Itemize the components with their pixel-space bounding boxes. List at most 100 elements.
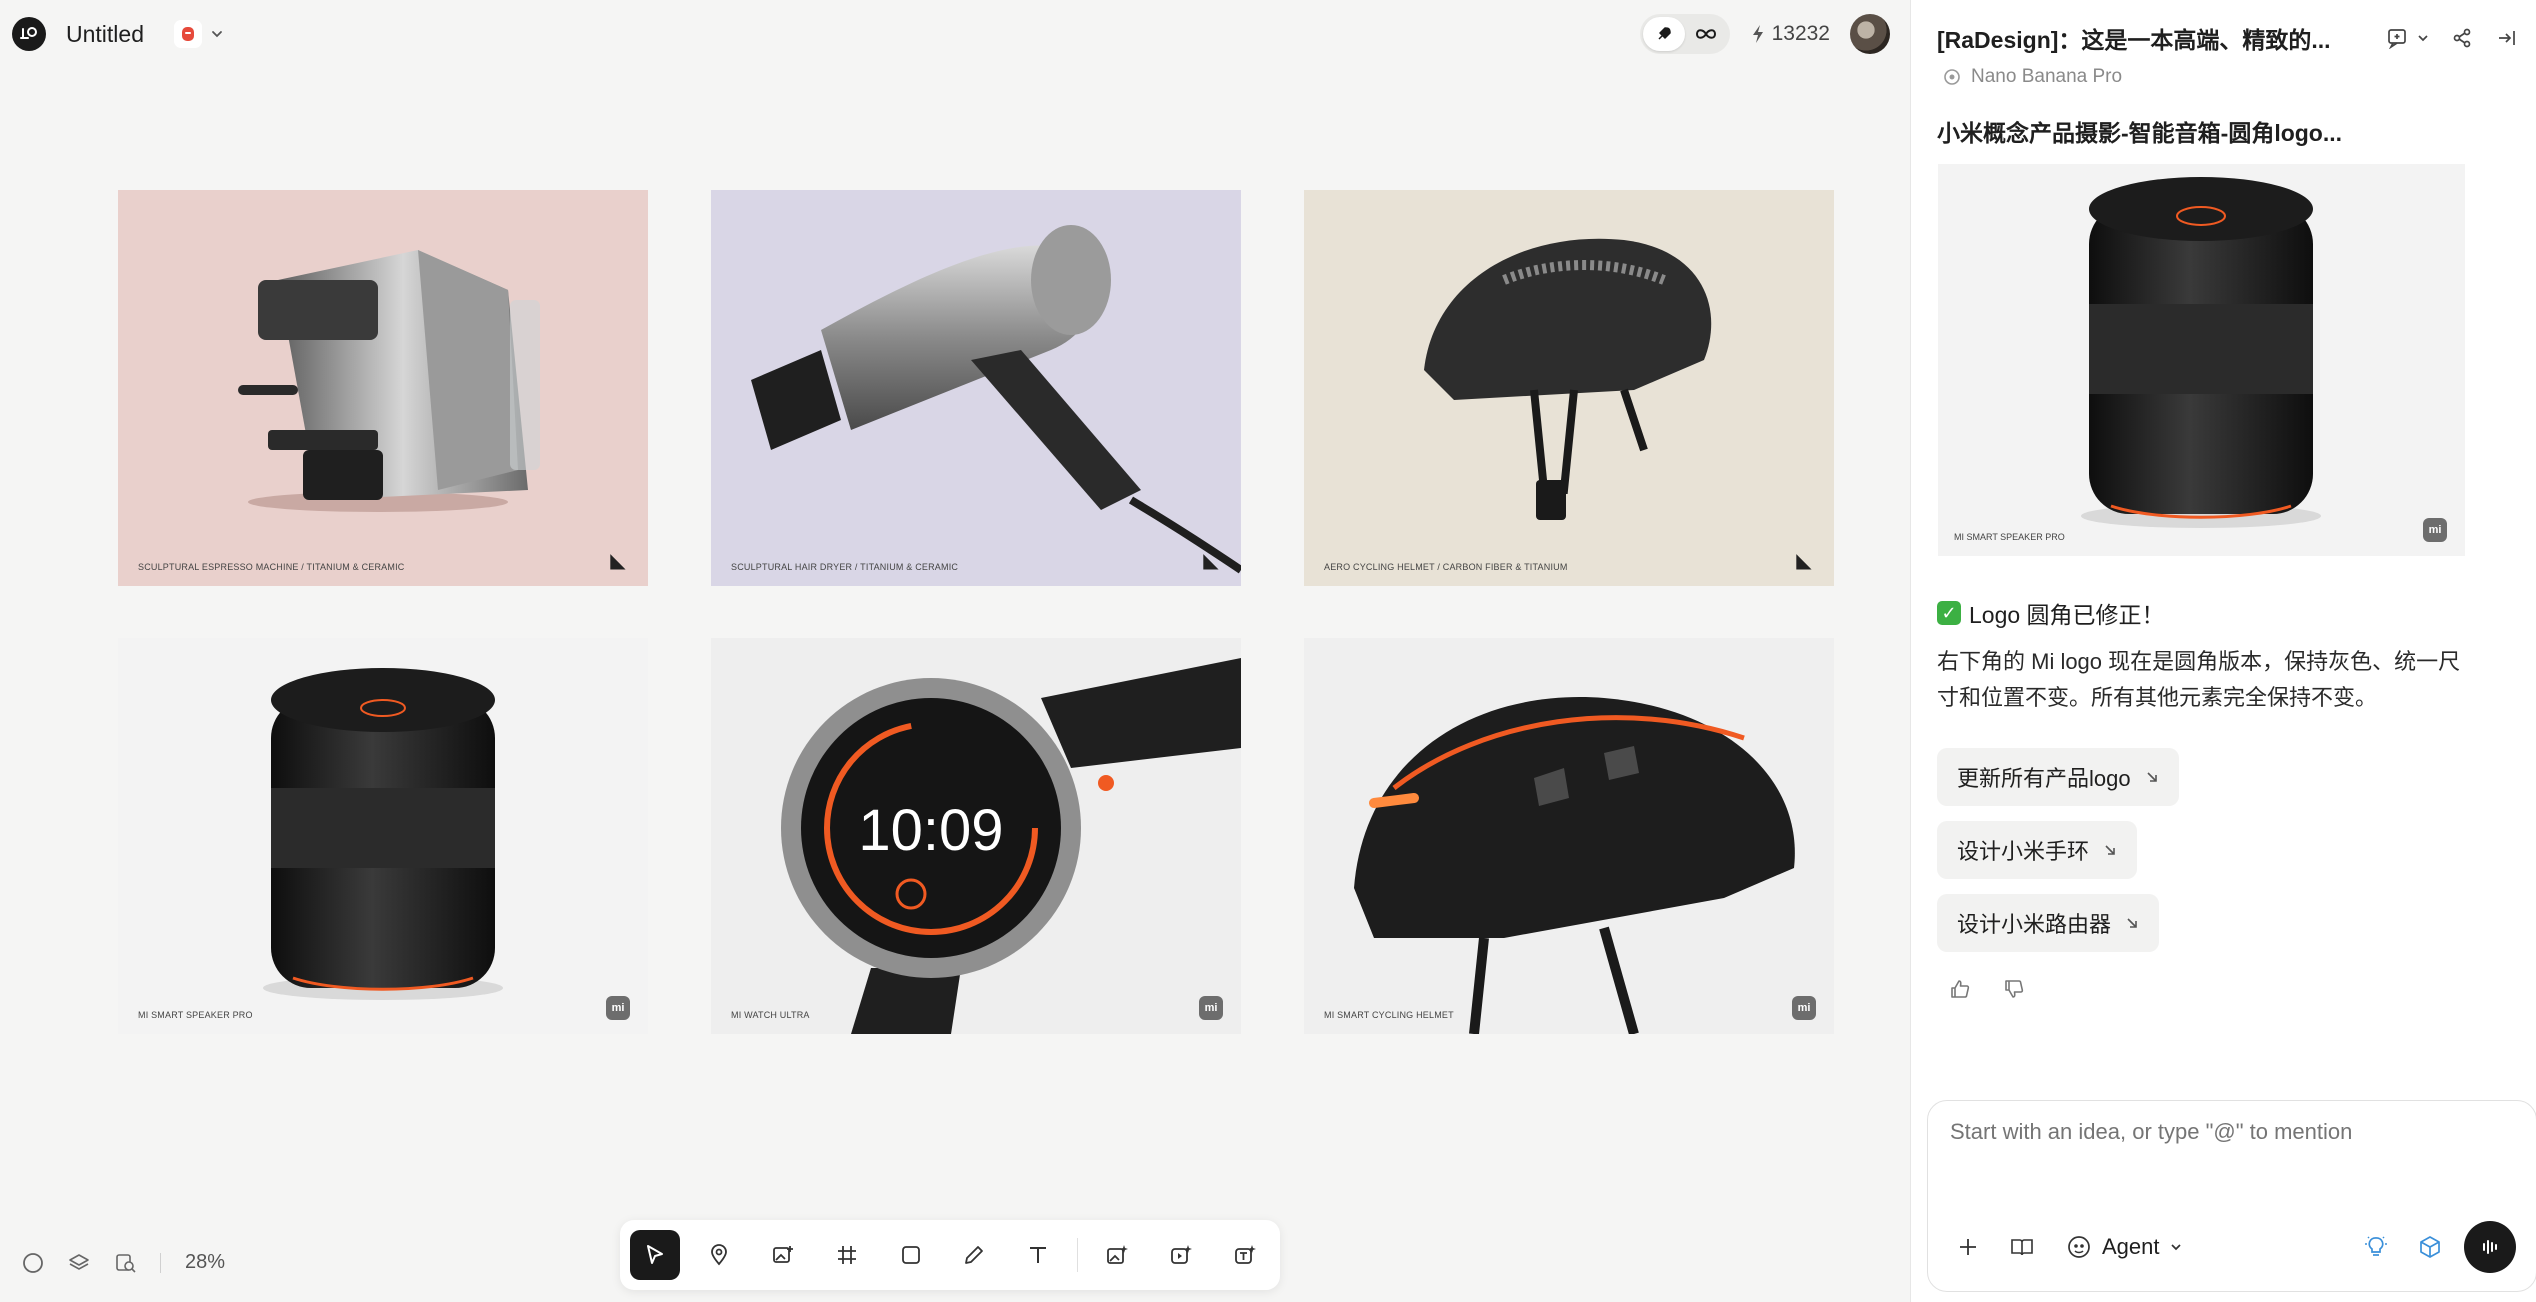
divider: [160, 1252, 161, 1273]
zoom-level[interactable]: 28%: [185, 1251, 225, 1274]
chevron-down-icon: [2418, 35, 2428, 42]
credits-counter[interactable]: 13232: [1750, 22, 1830, 46]
pin-tool[interactable]: [694, 1230, 744, 1280]
drawing-toolbar: [620, 1220, 1280, 1290]
ai-video-tool[interactable]: [1156, 1230, 1206, 1280]
product-image-hair-dryer[interactable]: SCULPTURAL HAIR DRYER / TITANIUM & CERAM…: [711, 190, 1241, 586]
panel-header: [RaDesign]：这是一本高端、精致的...: [1937, 18, 2517, 58]
watch-time: 10:09: [858, 798, 1003, 863]
frame-tool[interactable]: [822, 1230, 872, 1280]
assistant-panel: [RaDesign]：这是一本高端、精致的... Nano Banana Pro…: [1910, 0, 2536, 1302]
generated-image-preview[interactable]: MI SMART SPEAKER PRO mi: [1938, 164, 2465, 556]
tile-caption: MI WATCH ULTRA: [731, 1010, 810, 1020]
canvas[interactable]: Untitled 13232 SCULPTURAL ESPRESSO MACHI…: [0, 0, 1910, 1302]
suggestion-design-band[interactable]: 设计小米手环: [1937, 821, 2138, 879]
image-upload-icon: [772, 1246, 793, 1263]
lightning-icon: [1752, 25, 1763, 43]
add-attachment-button[interactable]: [1948, 1227, 1988, 1267]
mi-logo-icon: mi: [1199, 996, 1223, 1020]
app-logo-icon[interactable]: [12, 17, 46, 51]
location-pin-icon: [710, 1244, 727, 1266]
share-icon[interactable]: [2451, 27, 2473, 49]
top-left-bar: Untitled: [12, 14, 224, 54]
agent-icon: [2068, 1236, 2090, 1258]
new-chat-button[interactable]: [2387, 27, 2429, 49]
product-image-cycling-helmet[interactable]: AERO CYCLING HELMET / CARBON FIBER & TIT…: [1304, 190, 1834, 586]
panel-actions: [2387, 27, 2517, 49]
smart-helmet-illustration: [1354, 697, 1795, 1034]
smart-speaker-illustration: [263, 668, 503, 1000]
document-title[interactable]: Untitled: [66, 21, 144, 48]
conversation-title[interactable]: [RaDesign]：这是一本高端、精致的...: [1937, 21, 2367, 55]
suggestion-update-logos[interactable]: 更新所有产品logo: [1937, 748, 2179, 806]
rectangle-tool[interactable]: [886, 1230, 936, 1280]
circle-icon[interactable]: [22, 1252, 44, 1274]
chevron-down-icon: [2170, 1244, 2181, 1251]
suggestion-label: 更新所有产品logo: [1957, 766, 2131, 791]
brand-logo-icon: ◣: [1796, 549, 1812, 572]
cycling-helmet-illustration: [1424, 238, 1712, 520]
smart-watch-illustration: 10:09: [781, 658, 1241, 1034]
mi-logo-icon: mi: [1792, 996, 1816, 1020]
book-icon: [2011, 1239, 2033, 1256]
rocket-mode-icon[interactable]: [1642, 17, 1685, 51]
idea-button[interactable]: [2356, 1227, 2396, 1267]
tile-caption: SCULPTURAL HAIR DRYER / TITANIUM & CERAM…: [731, 562, 959, 572]
product-image-smart-watch[interactable]: 10:09 MI WATCH ULTRA mi: [711, 638, 1241, 1034]
ai-text-icon: [1235, 1245, 1257, 1264]
lightbulb-icon: [2365, 1236, 2387, 1256]
history-search-icon[interactable]: [114, 1252, 136, 1274]
document-menu[interactable]: [173, 20, 224, 48]
ai-text-tool[interactable]: [1220, 1230, 1270, 1280]
library-button[interactable]: [2002, 1227, 2042, 1267]
pen-tool[interactable]: [950, 1230, 1000, 1280]
image-upload-tool[interactable]: [758, 1230, 808, 1280]
chat-input[interactable]: [1950, 1119, 2510, 1145]
top-right-bar: 13232: [1639, 14, 1890, 54]
select-tool[interactable]: [630, 1230, 680, 1280]
espresso-machine-illustration: [238, 250, 540, 512]
agent-mode-selector[interactable]: Agent: [2066, 1234, 2182, 1260]
suggestion-design-router[interactable]: 设计小米路由器: [1937, 894, 2160, 952]
arrow-down-right-icon: [2127, 918, 2137, 928]
text-tool[interactable]: [1013, 1230, 1063, 1280]
model-name: Nano Banana Pro: [1971, 66, 2123, 87]
suggestion-label: 设计小米手环: [1957, 839, 2090, 864]
cube-icon: [2420, 1236, 2440, 1258]
collapse-panel-icon[interactable]: [2495, 27, 2517, 49]
composer-toolbar: Agent: [1948, 1221, 2516, 1273]
agent-label: Agent: [2102, 1234, 2160, 1259]
waveform-icon: [2483, 1240, 2497, 1254]
status-text: Logo 圆角已修正！: [1969, 602, 2165, 628]
pencil-icon: [965, 1246, 984, 1264]
ai-image-tool[interactable]: [1092, 1230, 1142, 1280]
ai-video-icon: [1171, 1245, 1193, 1264]
tile-caption: MI SMART CYCLING HELMET: [1324, 1010, 1454, 1020]
tile-caption: SCULPTURAL ESPRESSO MACHINE / TITANIUM &…: [138, 562, 405, 572]
brand-logo-icon: ◣: [1203, 549, 1219, 572]
voice-input-button[interactable]: [2464, 1221, 2516, 1273]
feedback-buttons: [1949, 978, 2025, 1000]
thumbs-down-icon[interactable]: [2003, 978, 2025, 1000]
brand-logo-icon: ◣: [610, 549, 626, 572]
toolbar-divider: [1077, 1238, 1079, 1272]
tile-caption: AERO CYCLING HELMET / CARBON FIBER & TIT…: [1324, 562, 1568, 572]
product-image-smart-helmet[interactable]: MI SMART CYCLING HELMET mi: [1304, 638, 1834, 1034]
layers-icon[interactable]: [68, 1252, 90, 1274]
infinity-mode-icon[interactable]: [1685, 17, 1727, 51]
mode-toggle[interactable]: [1639, 14, 1730, 54]
thumbs-up-icon[interactable]: [1949, 978, 1971, 1000]
cursor-icon: [646, 1245, 663, 1264]
plus-icon: [1960, 1239, 1976, 1255]
chevron-down-icon: [212, 31, 222, 38]
canvas-controls: 28%: [22, 1251, 225, 1274]
status-message: ✓ Logo 圆角已修正！: [1937, 596, 2165, 630]
credits-value: 13232: [1771, 22, 1830, 45]
user-avatar[interactable]: [1850, 14, 1890, 54]
smart-speaker-preview-illustration: [2081, 177, 2321, 528]
3d-button[interactable]: [2410, 1227, 2450, 1267]
document-badge-icon: [173, 20, 202, 48]
product-image-smart-speaker[interactable]: MI SMART SPEAKER PRO mi: [118, 638, 648, 1034]
product-image-espresso[interactable]: SCULPTURAL ESPRESSO MACHINE / TITANIUM &…: [118, 190, 648, 586]
checkmark-icon: ✓: [1937, 601, 1961, 625]
